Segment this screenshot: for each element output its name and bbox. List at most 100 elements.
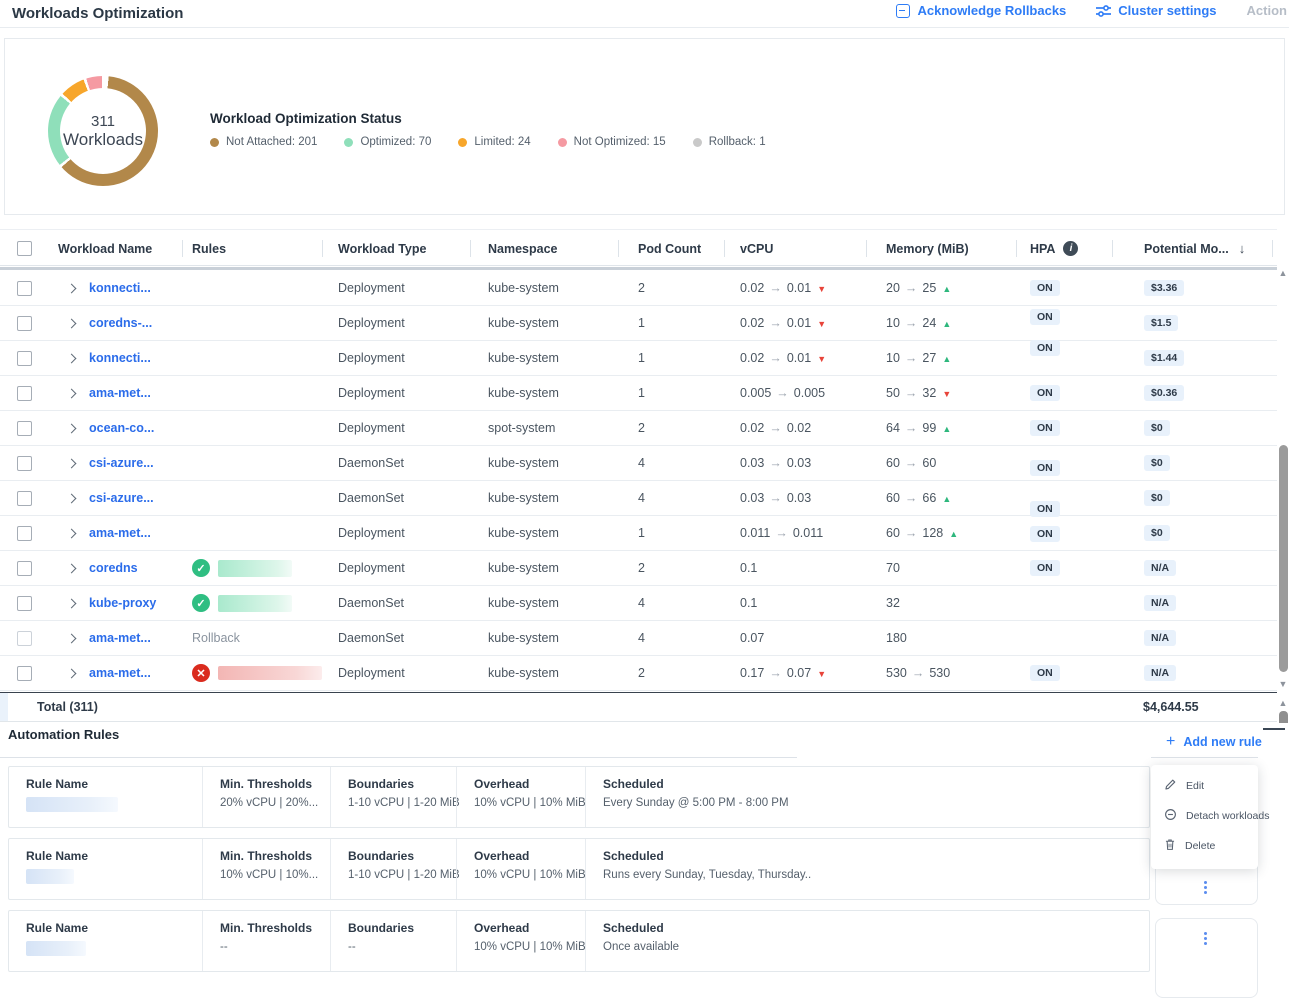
metric-current: 0.02 (740, 281, 764, 295)
workload-name-link[interactable]: csi-azure... (89, 456, 154, 470)
rule-actions-menu-icon[interactable] (1202, 881, 1208, 894)
sort-desc-icon[interactable]: ↓ (1239, 241, 1246, 256)
metric-recommended: 0.01 (787, 351, 811, 365)
actions-button[interactable]: Action (1247, 3, 1287, 18)
row-checkbox[interactable] (17, 631, 32, 646)
scrollbar-up-icon[interactable]: ▲ (1277, 268, 1289, 278)
expand-chevron-icon[interactable] (67, 668, 77, 678)
scrollbar2-thumb[interactable] (1279, 711, 1288, 723)
add-new-rule-button[interactable]: + Add new rule (1166, 733, 1262, 751)
col-header-memory[interactable]: Memory (MiB) (866, 230, 1016, 267)
workload-name-link[interactable]: ama-met... (89, 386, 151, 400)
metric-current: 0.011 (740, 526, 770, 540)
metric-current: 60 (886, 491, 900, 505)
expand-chevron-icon[interactable] (67, 353, 77, 363)
menu-item-detach-workloads[interactable]: Detach workloads (1151, 801, 1258, 831)
row-checkbox[interactable] (17, 596, 32, 611)
acknowledge-rollbacks-button[interactable]: Acknowledge Rollbacks (896, 3, 1066, 18)
arrow-right-icon: → (905, 386, 918, 400)
scrollbar-thumb[interactable] (1279, 445, 1288, 672)
rule-min-thresholds-column: Min. Thresholds20% vCPU | 20%... (202, 767, 330, 827)
metric-current: 0.02 (740, 351, 764, 365)
trend-up-icon: ▲ (942, 354, 951, 364)
metric-current: 32 (886, 596, 900, 610)
expand-chevron-icon[interactable] (67, 458, 77, 468)
menu-item-delete[interactable]: Delete (1151, 831, 1258, 861)
row-checkbox[interactable] (17, 421, 32, 436)
row-checkbox[interactable] (17, 351, 32, 366)
workload-name-link[interactable]: csi-azure... (89, 491, 154, 505)
workload-name-cell: coredns-... (48, 316, 182, 330)
expand-chevron-icon[interactable] (67, 423, 77, 433)
expand-chevron-icon[interactable] (67, 528, 77, 538)
col-header-potential-savings[interactable]: Potential Mo...↓ (1112, 230, 1277, 267)
rule-boundaries-label: Boundaries (348, 777, 456, 791)
workload-name-link[interactable]: ama-met... (89, 526, 151, 540)
expand-chevron-icon[interactable] (67, 598, 77, 608)
metric-current: 50 (886, 386, 900, 400)
row-checkbox[interactable] (17, 281, 32, 296)
automation-rule-card: Rule NameMin. Thresholds20% vCPU | 20%..… (8, 766, 1150, 828)
divider (1151, 757, 1258, 758)
legend-dot-icon (344, 138, 353, 147)
rule-actions-menu-icon[interactable] (1202, 932, 1208, 945)
col-header-vcpu[interactable]: vCPU (724, 230, 866, 267)
col-header-hpa[interactable]: HPAi (1016, 230, 1112, 267)
select-all-checkbox[interactable] (17, 241, 32, 256)
potential-cell: $1.44 (1112, 350, 1277, 366)
arrow-right-icon: → (905, 526, 918, 540)
table-row: konnecti...Deploymentkube-system20.02→0.… (0, 271, 1277, 306)
expand-chevron-icon[interactable] (67, 283, 77, 293)
workload-name-link[interactable]: kube-proxy (89, 596, 156, 610)
metric-current: 0.1 (740, 561, 757, 575)
expand-chevron-icon[interactable] (67, 493, 77, 503)
hpa-badge: ON (1030, 420, 1060, 436)
metric-recommended: 0.005 (794, 386, 825, 400)
pod-count-cell: 2 (618, 421, 724, 435)
expand-chevron-icon[interactable] (67, 318, 77, 328)
row-checkbox[interactable] (17, 526, 32, 541)
workload-name-link[interactable]: ama-met... (89, 666, 151, 680)
workload-name-link[interactable]: konnecti... (89, 281, 151, 295)
row-checkbox[interactable] (17, 316, 32, 331)
metric-recommended: 0.03 (787, 456, 811, 470)
workload-name-link[interactable]: ama-met... (89, 631, 151, 645)
workload-name-link[interactable]: coredns (89, 561, 138, 575)
expand-chevron-icon[interactable] (67, 633, 77, 643)
trend-up-icon: ▲ (942, 494, 951, 504)
vcpu-cell: 0.02→0.02 (724, 421, 866, 435)
potential-savings-badge: N/A (1144, 595, 1176, 611)
scrollbar-corner (1263, 728, 1285, 730)
row-checkbox[interactable] (17, 491, 32, 506)
potential-cell: $3.36 (1112, 280, 1277, 296)
expand-chevron-icon[interactable] (67, 563, 77, 573)
actions-label: Action (1247, 3, 1287, 18)
col-header-rules[interactable]: Rules (182, 230, 322, 267)
metric-recommended: 128 (922, 526, 943, 540)
col-header-workload-name[interactable]: Workload Name (48, 230, 182, 267)
expand-chevron-icon[interactable] (67, 388, 77, 398)
workload-name-link[interactable]: konnecti... (89, 351, 151, 365)
workload-type-cell: Deployment (322, 316, 470, 330)
col-header-namespace[interactable]: Namespace (470, 230, 618, 267)
col-header-pod-count[interactable]: Pod Count (618, 230, 724, 267)
metric-recommended: 0.011 (793, 526, 823, 540)
cluster-settings-button[interactable]: Cluster settings (1096, 3, 1216, 18)
menu-item-edit[interactable]: Edit (1151, 771, 1258, 801)
total-label: Total (311) (37, 700, 98, 714)
row-checkbox[interactable] (17, 561, 32, 576)
col-header-workload-type[interactable]: Workload Type (322, 230, 470, 267)
workload-name-link[interactable]: coredns-... (89, 316, 152, 330)
scrollbar2-up-icon[interactable]: ▲ (1277, 698, 1289, 708)
workload-type-cell-value: Deployment (338, 351, 405, 365)
row-checkbox[interactable] (17, 456, 32, 471)
hpa-info-icon[interactable]: i (1063, 241, 1078, 256)
row-checkbox[interactable] (17, 386, 32, 401)
workload-name-link[interactable]: ocean-co... (89, 421, 154, 435)
pod-count-cell-value: 4 (638, 491, 645, 505)
row-checkbox[interactable] (17, 666, 32, 681)
scrollbar-down-icon[interactable]: ▼ (1277, 679, 1289, 689)
pencil-icon (1164, 778, 1177, 794)
potential-cell: $0 (1112, 455, 1277, 471)
metric-current: 0.03 (740, 456, 764, 470)
